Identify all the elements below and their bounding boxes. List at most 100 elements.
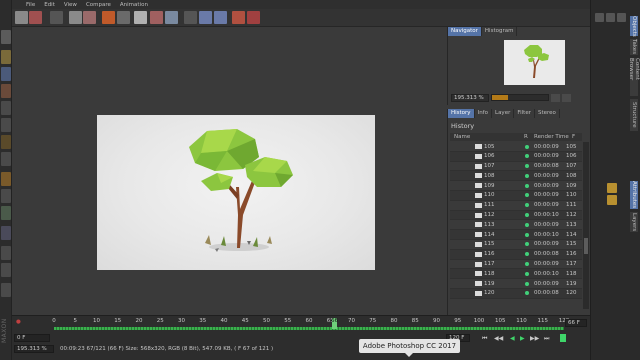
zoom-field[interactable]: 195.313 % — [451, 93, 489, 102]
save-icon[interactable] — [29, 11, 42, 24]
copy-icon[interactable] — [83, 11, 96, 24]
dock-tab-takes[interactable]: Takes — [629, 38, 639, 56]
step-forward-icon[interactable]: ▶▶ — [530, 335, 539, 342]
history-row[interactable]: 112 00:00:10 112 — [450, 210, 582, 221]
tab-stereo[interactable]: Stereo — [534, 109, 560, 118]
tab-histogram[interactable]: Histogram — [481, 27, 518, 36]
tool-icon[interactable] — [1, 152, 11, 166]
channels-icon[interactable] — [165, 11, 178, 24]
tool-icon[interactable] — [1, 263, 11, 277]
tool-icon[interactable] — [1, 246, 11, 260]
tool-icon[interactable] — [1, 84, 11, 98]
history-scrollbar[interactable] — [583, 142, 589, 309]
tool-icon[interactable] — [1, 135, 11, 149]
history-row[interactable]: 111 00:00:09 111 — [450, 201, 582, 211]
history-row[interactable]: 110 00:00:09 110 — [450, 190, 582, 201]
play-back-icon[interactable]: ◀ — [510, 335, 515, 342]
status-dot-icon — [525, 183, 529, 188]
history-row[interactable]: 107 00:00:08 107 — [450, 162, 582, 172]
tab-info[interactable]: Info — [474, 109, 492, 118]
tool-icon[interactable] — [1, 30, 11, 44]
col-render-time[interactable]: Render Time — [534, 134, 569, 140]
history-row[interactable]: 105 00:00:09 105 — [450, 142, 582, 152]
filter-icon[interactable] — [184, 11, 197, 24]
dock-button-icon[interactable] — [595, 13, 604, 22]
tool-icon[interactable] — [1, 67, 11, 81]
navigator-thumbnail[interactable] — [504, 40, 565, 85]
current-frame-field[interactable]: 66 F — [565, 319, 587, 327]
col-f[interactable]: F — [572, 134, 575, 140]
history-row[interactable]: 120 00:00:08 120 — [450, 288, 582, 299]
open-icon[interactable] — [15, 11, 28, 24]
history-row[interactable]: 108 00:00:09 108 — [450, 171, 582, 182]
tool-icon[interactable] — [1, 226, 11, 240]
history-row[interactable]: 114 00:00:10 114 — [450, 230, 582, 240]
grid-icon[interactable] — [247, 11, 260, 24]
history-panel: History Info Layer Filter Stereo History… — [447, 109, 590, 315]
layer-icon[interactable] — [102, 11, 115, 24]
frame-ruler[interactable]: 0 5 10 15 20 25 30 35 40 45 50 55 60 65 66 70 75 80 85 90 95… — [52, 318, 569, 327]
picture-viewer[interactable] — [12, 27, 446, 315]
col-name[interactable]: Name — [454, 134, 470, 140]
dock-button-icon[interactable] — [617, 13, 626, 22]
history-row[interactable]: 116 00:00:08 116 — [450, 249, 582, 260]
dock-tab-content-browser[interactable]: Content Browser — [628, 57, 640, 97]
history-frame: 108 — [566, 172, 577, 179]
col-r[interactable]: R — [524, 134, 528, 140]
zoom-out-icon[interactable] — [551, 93, 560, 102]
split-icon[interactable] — [199, 11, 212, 24]
menu-animation[interactable]: Animation — [120, 2, 148, 8]
stop-icon[interactable] — [117, 11, 130, 24]
ab-icon[interactable] — [150, 11, 163, 24]
tool-icon[interactable] — [1, 118, 11, 132]
menu-edit[interactable]: Edit — [44, 2, 55, 8]
go-start-icon[interactable]: ⏮ — [482, 335, 487, 343]
history-thumbnail — [475, 232, 482, 238]
menu-compare[interactable]: Compare — [86, 2, 111, 8]
history-row[interactable]: 117 00:00:09 117 — [450, 260, 582, 270]
compare-icon[interactable] — [134, 11, 147, 24]
play-icon[interactable]: ▶ — [520, 335, 525, 342]
tab-history[interactable]: History — [448, 109, 475, 118]
tab-filter[interactable]: Filter — [514, 109, 535, 118]
toolbar — [12, 9, 590, 27]
zoom-in-icon[interactable] — [562, 93, 571, 102]
tab-layer[interactable]: Layer — [492, 109, 515, 118]
dock-tab-layers[interactable]: Layers — [629, 211, 639, 233]
history-row[interactable]: 118 00:00:10 118 — [450, 269, 582, 280]
tool-icon[interactable] — [1, 206, 11, 220]
history-scrollbar-thumb[interactable] — [584, 238, 588, 254]
history-row[interactable]: 109 00:00:09 109 — [450, 181, 582, 191]
dock-tab-attributes[interactable]: Attributes — [629, 180, 639, 210]
status-zoom-field[interactable]: 195.313 % — [14, 345, 54, 353]
history-row[interactable]: 113 00:00:09 113 — [450, 220, 582, 231]
timeline-tick: 35 — [199, 318, 207, 324]
dock-tab-objects[interactable]: Objects — [629, 15, 639, 37]
dock-button-icon[interactable] — [606, 13, 615, 22]
tool-icon[interactable] — [1, 50, 11, 64]
tool-icon[interactable] — [1, 101, 11, 115]
history-row[interactable]: 106 00:00:09 106 — [450, 151, 582, 162]
tool-icon[interactable] — [1, 172, 11, 186]
attribute-icon[interactable] — [607, 195, 617, 205]
tab-navigator[interactable]: Navigator — [448, 27, 482, 36]
loop-icon[interactable] — [560, 334, 566, 342]
step-back-icon[interactable]: ◀◀ — [494, 335, 503, 342]
start-frame-field[interactable]: 0 F — [14, 334, 50, 342]
tool-icon[interactable] — [1, 283, 11, 297]
go-end-icon[interactable]: ⏭ — [544, 335, 549, 343]
attribute-icon[interactable] — [607, 183, 617, 193]
history-row[interactable]: 115 00:00:09 115 — [450, 240, 582, 250]
timeline-tick: 50 — [263, 318, 270, 324]
color-icon[interactable] — [232, 11, 245, 24]
split-icon[interactable] — [214, 11, 227, 24]
tool-icon[interactable] — [1, 189, 11, 203]
image-icon[interactable] — [50, 11, 63, 24]
menu-view[interactable]: View — [64, 2, 77, 8]
zoom-slider[interactable] — [491, 94, 549, 101]
dock-tab-structure[interactable]: Structure — [629, 98, 639, 132]
history-row[interactable]: 119 00:00:09 119 — [450, 279, 582, 289]
render-icon[interactable] — [69, 11, 82, 24]
menu-file[interactable]: File — [26, 2, 35, 8]
key-track[interactable] — [54, 327, 564, 330]
